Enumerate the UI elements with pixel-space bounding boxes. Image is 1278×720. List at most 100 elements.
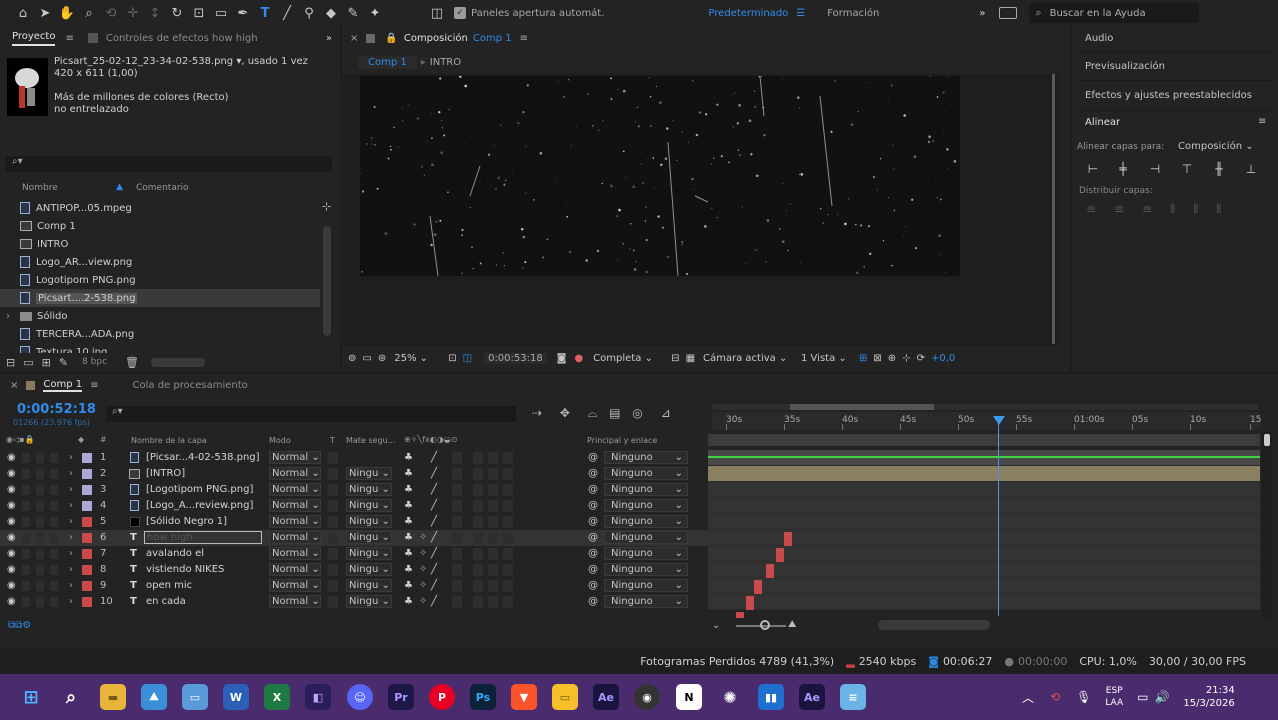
text-layer-clip[interactable] <box>766 564 774 578</box>
text-layer-clip[interactable] <box>776 548 784 562</box>
quality-switch-icon[interactable]: ╱ <box>431 500 437 511</box>
adjust-icon[interactable]: ✎ <box>59 356 68 369</box>
fast-preview-icon[interactable]: ⟳ <box>917 353 925 364</box>
rotate-tool-icon[interactable]: ↻ <box>166 2 188 24</box>
parent-select[interactable]: Ninguno ⌄ <box>604 579 688 592</box>
continuous-raster-icon[interactable]: ✧ <box>419 532 427 543</box>
new-comp-icon[interactable]: ⊞ <box>42 356 51 369</box>
label-color-swatch[interactable] <box>82 565 92 575</box>
continuous-raster-icon[interactable]: ✧ <box>419 596 427 607</box>
solo-toggle[interactable] <box>36 581 44 591</box>
visibility-eye-icon[interactable]: ◉ <box>7 484 16 495</box>
continuous-raster-icon[interactable]: ✧ <box>419 580 427 591</box>
motion-blur-switch[interactable] <box>488 532 498 544</box>
frame-blend-icon[interactable]: ▤ <box>609 406 620 420</box>
text-tool-icon[interactable]: T <box>254 2 276 24</box>
project-item[interactable]: Logotipom PNG.png <box>0 271 320 289</box>
adjustment-switch[interactable] <box>503 452 513 464</box>
flowchart-icon[interactable]: ⊹ <box>322 200 331 213</box>
layer-track[interactable] <box>708 578 1260 594</box>
track-matte-select[interactable]: Ningu ⌄ <box>346 483 392 496</box>
preserve-transparency-toggle[interactable] <box>328 484 338 496</box>
view-layout-icon[interactable]: ⊞ <box>859 353 867 364</box>
layer-row[interactable]: ◉ › 10 Ten cada Normal ⌄ Ningu ⌄ ♣ ✧ ╱ @ Ninguno ⌄ <box>0 594 708 610</box>
workspace-menu-icon[interactable]: ☰ <box>796 8 805 19</box>
blend-switch[interactable] <box>473 516 483 528</box>
layer-switches-toggle-icon[interactable]: ⧉⧉⚙ <box>8 620 31 631</box>
tray-app-icon[interactable]: ⟲ <box>1050 690 1060 704</box>
blend-mode-select[interactable]: Normal ⌄ <box>269 531 321 544</box>
shy-switch-icon[interactable]: ♣ <box>404 532 413 543</box>
quality-switch-icon[interactable]: ╱ <box>431 452 437 463</box>
adjustment-switch[interactable] <box>503 468 513 480</box>
layer-name[interactable]: open mic <box>146 580 192 591</box>
solo-toggle[interactable] <box>36 533 44 543</box>
layer-track[interactable] <box>708 466 1260 482</box>
discord-icon[interactable]: ☺ <box>347 684 373 710</box>
breadcrumb-intro[interactable]: INTRO <box>430 57 461 68</box>
blend-switch[interactable] <box>473 452 483 464</box>
align-right-icon[interactable]: ⊣ <box>1148 162 1162 176</box>
layer-row[interactable]: ◉ › 7 Tavalando el Normal ⌄ Ningu ⌄ ♣ ✧ ╱ @ Ningun… <box>0 546 708 562</box>
microphone-icon[interactable]: 🎙 <box>1076 690 1091 704</box>
col-comment[interactable]: Comentario <box>136 183 189 193</box>
audio-toggle[interactable] <box>22 581 30 591</box>
pan-behind-icon[interactable]: ✛ <box>122 2 144 24</box>
align-menu-icon[interactable]: ≡ <box>1258 116 1266 127</box>
motion-blur-icon[interactable]: ◎ <box>632 406 642 420</box>
text-layer-clip[interactable] <box>754 580 762 594</box>
continuous-raster-icon[interactable]: ✧ <box>419 548 427 559</box>
expand-layer-icon[interactable]: › <box>69 468 73 479</box>
visibility-eye-icon[interactable]: ◉ <box>7 548 16 559</box>
word-icon[interactable]: W <box>223 684 249 710</box>
motion-blur-switch[interactable] <box>488 516 498 528</box>
layer-row[interactable]: ◉ › 5 [Sólido Negro 1] Normal ⌄ Ningu ⌄ ♣ ╱ @ Nin… <box>0 514 708 530</box>
effects-switch[interactable] <box>452 564 462 576</box>
blend-mode-select[interactable]: Normal ⌄ <box>269 547 321 560</box>
lock-toggle[interactable] <box>50 565 58 575</box>
layer-name[interactable]: en cada <box>146 596 186 607</box>
align-left-icon[interactable]: ⊢ <box>1086 162 1100 176</box>
lock-toggle[interactable] <box>50 501 58 511</box>
hand-tool-icon[interactable]: ✋ <box>56 2 78 24</box>
layer-name[interactable]: [Logotipom PNG.png] <box>146 484 253 495</box>
region-icon[interactable]: ◫ <box>463 353 472 364</box>
pinterest-icon[interactable]: P <box>429 684 455 710</box>
pickwhip-icon[interactable]: @ <box>588 548 598 559</box>
channel-icon[interactable]: ● <box>574 353 583 364</box>
adjustment-switch[interactable] <box>503 596 513 608</box>
track-matte-select[interactable]: Ningu ⌄ <box>346 531 392 544</box>
blend-mode-select[interactable]: Normal ⌄ <box>269 483 321 496</box>
graph-editor-icon[interactable]: ⊿ <box>661 406 671 420</box>
panel-overflow-icon[interactable]: » <box>326 33 332 44</box>
parent-select[interactable]: Ninguno ⌄ <box>604 595 688 608</box>
roto-brush-icon[interactable]: ✎ <box>342 2 364 24</box>
pen-tool-icon[interactable]: ✒ <box>232 2 254 24</box>
tab-effect-controls[interactable]: Controles de efectos how high <box>106 33 258 44</box>
current-time[interactable]: 0:00:52:18 <box>17 402 96 417</box>
brush-tool-icon[interactable]: ╱ <box>276 2 298 24</box>
zoom-out-icon[interactable]: ⌄ <box>712 620 720 631</box>
bpc-label[interactable]: 8 bpc <box>82 357 107 367</box>
timeline-zoom-handle[interactable] <box>760 620 770 630</box>
project-item[interactable]: TERCERA...ADA.png <box>0 325 320 343</box>
effects-switch[interactable] <box>452 468 462 480</box>
motion-blur-switch[interactable] <box>488 580 498 592</box>
lock-toggle[interactable] <box>50 549 58 559</box>
brave-icon[interactable]: ▼ <box>511 684 537 710</box>
effects-switch[interactable] <box>452 548 462 560</box>
lock-toggle[interactable] <box>50 533 58 543</box>
snapping-icon[interactable]: ◫ <box>426 2 448 24</box>
shy-switch-icon[interactable]: ♣ <box>404 484 413 495</box>
effects-switch[interactable] <box>452 452 462 464</box>
transparency-grid-icon[interactable]: ▦ <box>686 353 695 364</box>
blend-switch[interactable] <box>473 564 483 576</box>
expand-layer-icon[interactable]: › <box>69 452 73 463</box>
preserve-transparency-toggle[interactable] <box>328 532 338 544</box>
tray-chevron-icon[interactable]: ︿ <box>1022 689 1034 706</box>
shy-switch-icon[interactable]: ♣ <box>404 516 413 527</box>
timeline-menu-icon[interactable]: ≡ <box>90 380 98 391</box>
quality-switch-icon[interactable]: ╱ <box>431 564 437 575</box>
resolution-select[interactable]: Completa ⌄ <box>593 353 663 364</box>
lock-toggle[interactable] <box>50 517 58 527</box>
